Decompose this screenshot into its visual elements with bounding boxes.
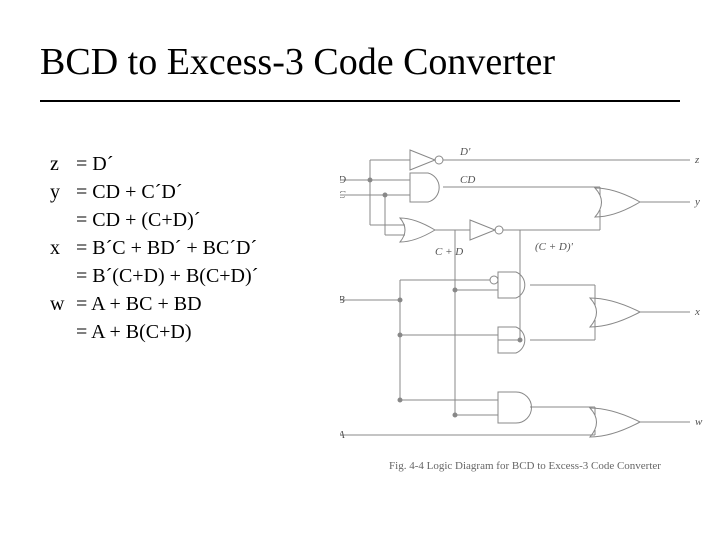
label-output-y: y [694, 196, 700, 208]
label-signal-cplusd-prime: (C + D)' [535, 241, 574, 253]
eq-var-z: z [50, 150, 76, 178]
label-output-z: z [694, 154, 700, 166]
label-output-w: w [695, 416, 703, 428]
label-signal-dprime: D' [459, 146, 471, 158]
eq-var-w: w [50, 290, 76, 318]
figure-caption: Fig. 4-4 Logic Diagram for BCD to Excess… [340, 460, 710, 472]
title-underline [40, 100, 680, 102]
eq-x-line-0: = B´C + BD´ + BC´D´ [76, 234, 340, 262]
label-input-c: C [340, 189, 346, 201]
eq-y-line-1: = CD + (C+D)´ [76, 206, 340, 234]
label-signal-cd: CD [460, 174, 475, 186]
eq-var-x: x [50, 234, 76, 262]
label-output-x: x [694, 306, 700, 318]
eq-x-line-1: = B´(C+D) + B(C+D)´ [76, 262, 340, 290]
label-input-b: B [340, 294, 345, 306]
page-title: BCD to Excess-3 Code Converter [40, 40, 680, 84]
eq-z-line-0: = D´ [76, 150, 340, 178]
logic-diagram: D C B A D' CD (C + D)' C + D z y x w [340, 140, 710, 460]
eq-w-line-1: = A + B(C+D) [76, 318, 340, 346]
label-signal-cplusd: C + D [435, 246, 463, 258]
label-input-a: A [340, 429, 345, 441]
label-input-d: D [340, 174, 346, 186]
eq-var-y: y [50, 178, 76, 206]
eq-y-line-0: = CD + C´D´ [76, 178, 340, 206]
equations-block: z = D´ y = CD + C´D´ = CD + (C+D)´ x = B… [50, 150, 340, 346]
eq-w-line-0: = A + BC + BD [76, 290, 340, 318]
